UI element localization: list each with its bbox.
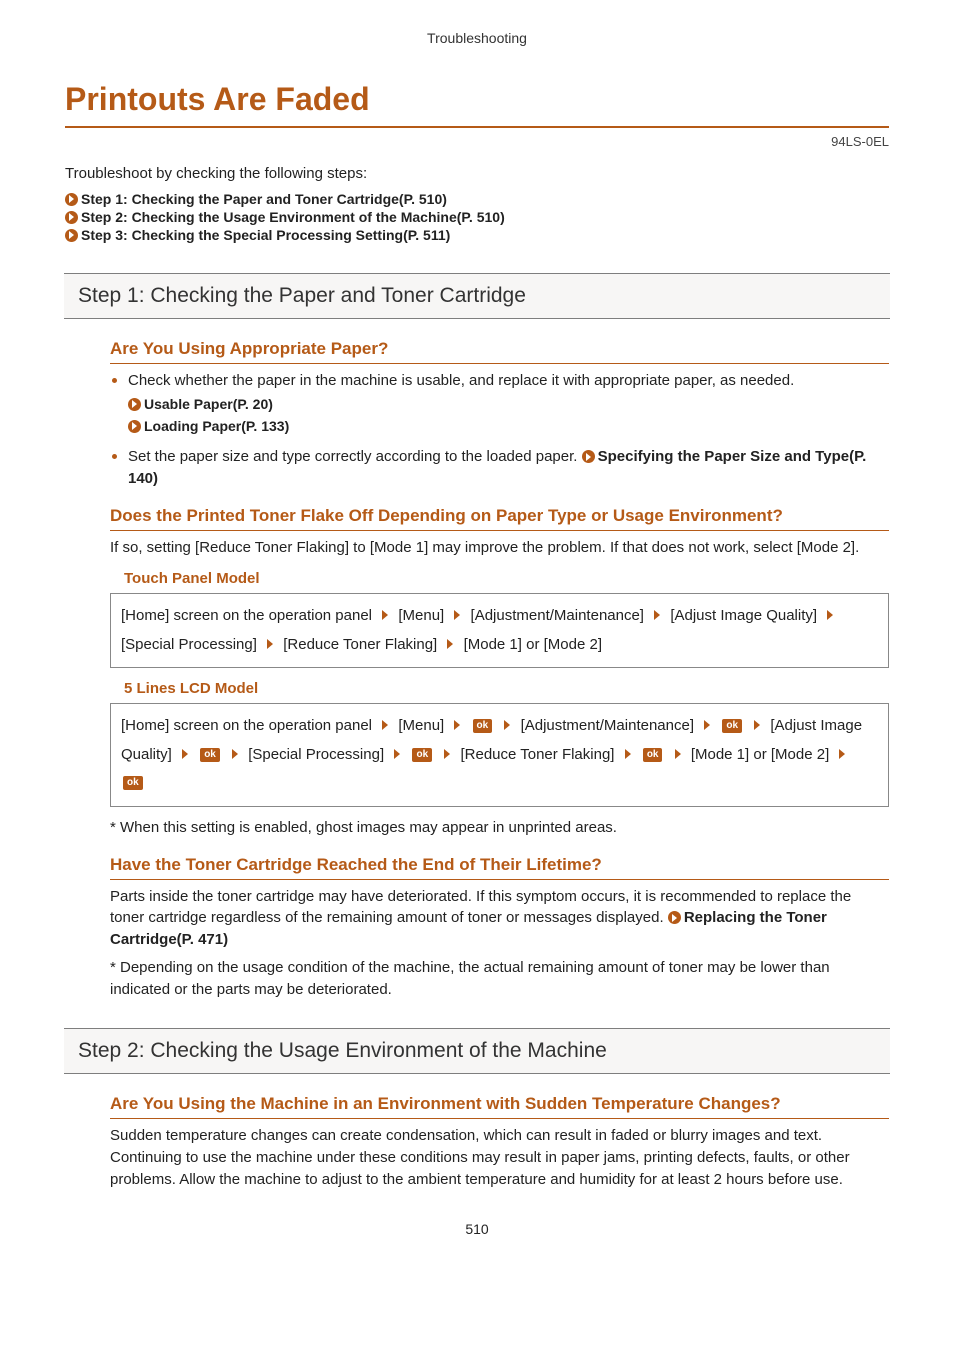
arrow-icon [382,610,388,620]
arrow-icon [128,420,141,433]
arrow-icon [668,911,681,924]
toc: Step 1: Checking the Paper and Toner Car… [65,191,889,243]
touch-panel-path: [Home] screen on the operation panel [Me… [110,593,889,668]
section-1-heading: Step 1: Checking the Paper and Toner Car… [64,273,890,319]
ok-icon: ok [643,748,663,762]
intro-text: Troubleshoot by checking the following s… [65,163,889,185]
ref-loading-paper[interactable]: Loading Paper(P. 133) [128,416,889,436]
path-seg: [Special Processing] [121,636,257,653]
arrow-icon [827,610,833,620]
arrow-icon [504,720,510,730]
arrow-icon [582,450,595,463]
section-2-title: Step 2: Checking the Usage Environment o… [78,1039,876,1063]
arrow-icon [625,749,631,759]
path-seg: [Mode 1] or [Mode 2] [464,636,602,653]
toc-item-1[interactable]: Step 1: Checking the Paper and Toner Car… [65,191,889,207]
arrow-icon [232,749,238,759]
ok-icon: ok [412,748,432,762]
arrow-icon [128,398,141,411]
arrow-icon [65,229,78,242]
arrow-icon [754,720,760,730]
path-seg: [Special Processing] [248,746,384,763]
section-1-title: Step 1: Checking the Paper and Toner Car… [78,284,876,308]
path-seg: [Home] screen on the operation panel [121,607,372,624]
arrow-icon [182,749,188,759]
s1-q3-p1: Parts inside the toner cartridge may hav… [110,886,889,951]
toc-item-label: Step 2: Checking the Usage Environment o… [81,209,505,225]
arrow-icon [394,749,400,759]
arrow-icon [65,193,78,206]
s1-q1-b1: Check whether the paper in the machine i… [110,370,889,436]
s1-q3-p2: * Depending on the usage condition of th… [110,957,889,1001]
touch-panel-label: Touch Panel Model [124,570,889,587]
ref-label: Usable Paper(P. 20) [144,396,273,412]
path-seg: [Mode 1] or [Mode 2] [691,746,829,763]
arrow-icon [447,639,453,649]
path-seg: [Reduce Toner Flaking] [283,636,437,653]
toc-item-2[interactable]: Step 2: Checking the Usage Environment o… [65,209,889,225]
s1-q2-para: If so, setting [Reduce Toner Flaking] to… [110,537,889,559]
arrow-icon [454,720,460,730]
toc-item-label: Step 3: Checking the Special Processing … [81,227,450,243]
ok-icon: ok [123,776,143,790]
path-seg: [Menu] [398,607,444,624]
arrow-icon [675,749,681,759]
path-seg: [Reduce Toner Flaking] [460,746,614,763]
s1-q1-b2: Set the paper size and type correctly ac… [110,446,889,490]
arrow-icon [704,720,710,730]
arrow-icon [267,639,273,649]
ok-icon: ok [722,719,742,733]
toc-item-label: Step 1: Checking the Paper and Toner Car… [81,191,447,207]
doc-code: 94LS-0EL [65,134,889,149]
ref-usable-paper[interactable]: Usable Paper(P. 20) [128,394,889,414]
arrow-icon [65,211,78,224]
arrow-icon [382,720,388,730]
toc-item-3[interactable]: Step 3: Checking the Special Processing … [65,227,889,243]
arrow-icon [454,610,460,620]
s2-q1-heading: Are You Using the Machine in an Environm… [110,1094,889,1119]
s1-q1-heading: Are You Using Appropriate Paper? [110,339,889,364]
ok-icon: ok [200,748,220,762]
bullet-text: Set the paper size and type correctly ac… [128,448,582,465]
path-seg: [Home] screen on the operation panel [121,717,372,734]
path-seg: [Adjustment/Maintenance] [471,607,644,624]
path-seg: [Adjustment/Maintenance] [521,717,694,734]
arrow-icon [654,610,660,620]
s1-q3-heading: Have the Toner Cartridge Reached the End… [110,855,889,880]
section-2-heading: Step 2: Checking the Usage Environment o… [64,1028,890,1074]
s1-q2-note: * When this setting is enabled, ghost im… [110,817,889,839]
page-number: 510 [65,1221,889,1237]
ok-icon: ok [473,719,493,733]
arrow-icon [444,749,450,759]
bullet-text: Check whether the paper in the machine i… [128,372,794,389]
s2-q1-para: Sudden temperature changes can create co… [110,1125,889,1190]
ref-label: Loading Paper(P. 133) [144,418,289,434]
lcd-model-path: [Home] screen on the operation panel [Me… [110,703,889,807]
path-seg: [Adjust Image Quality] [670,607,817,624]
s1-q2-heading: Does the Printed Toner Flake Off Dependi… [110,506,889,531]
page-title: Printouts Are Faded [65,81,889,128]
running-head: Troubleshooting [65,30,889,46]
lcd-model-label: 5 Lines LCD Model [124,680,889,697]
path-seg: [Menu] [398,717,444,734]
arrow-icon [839,749,845,759]
